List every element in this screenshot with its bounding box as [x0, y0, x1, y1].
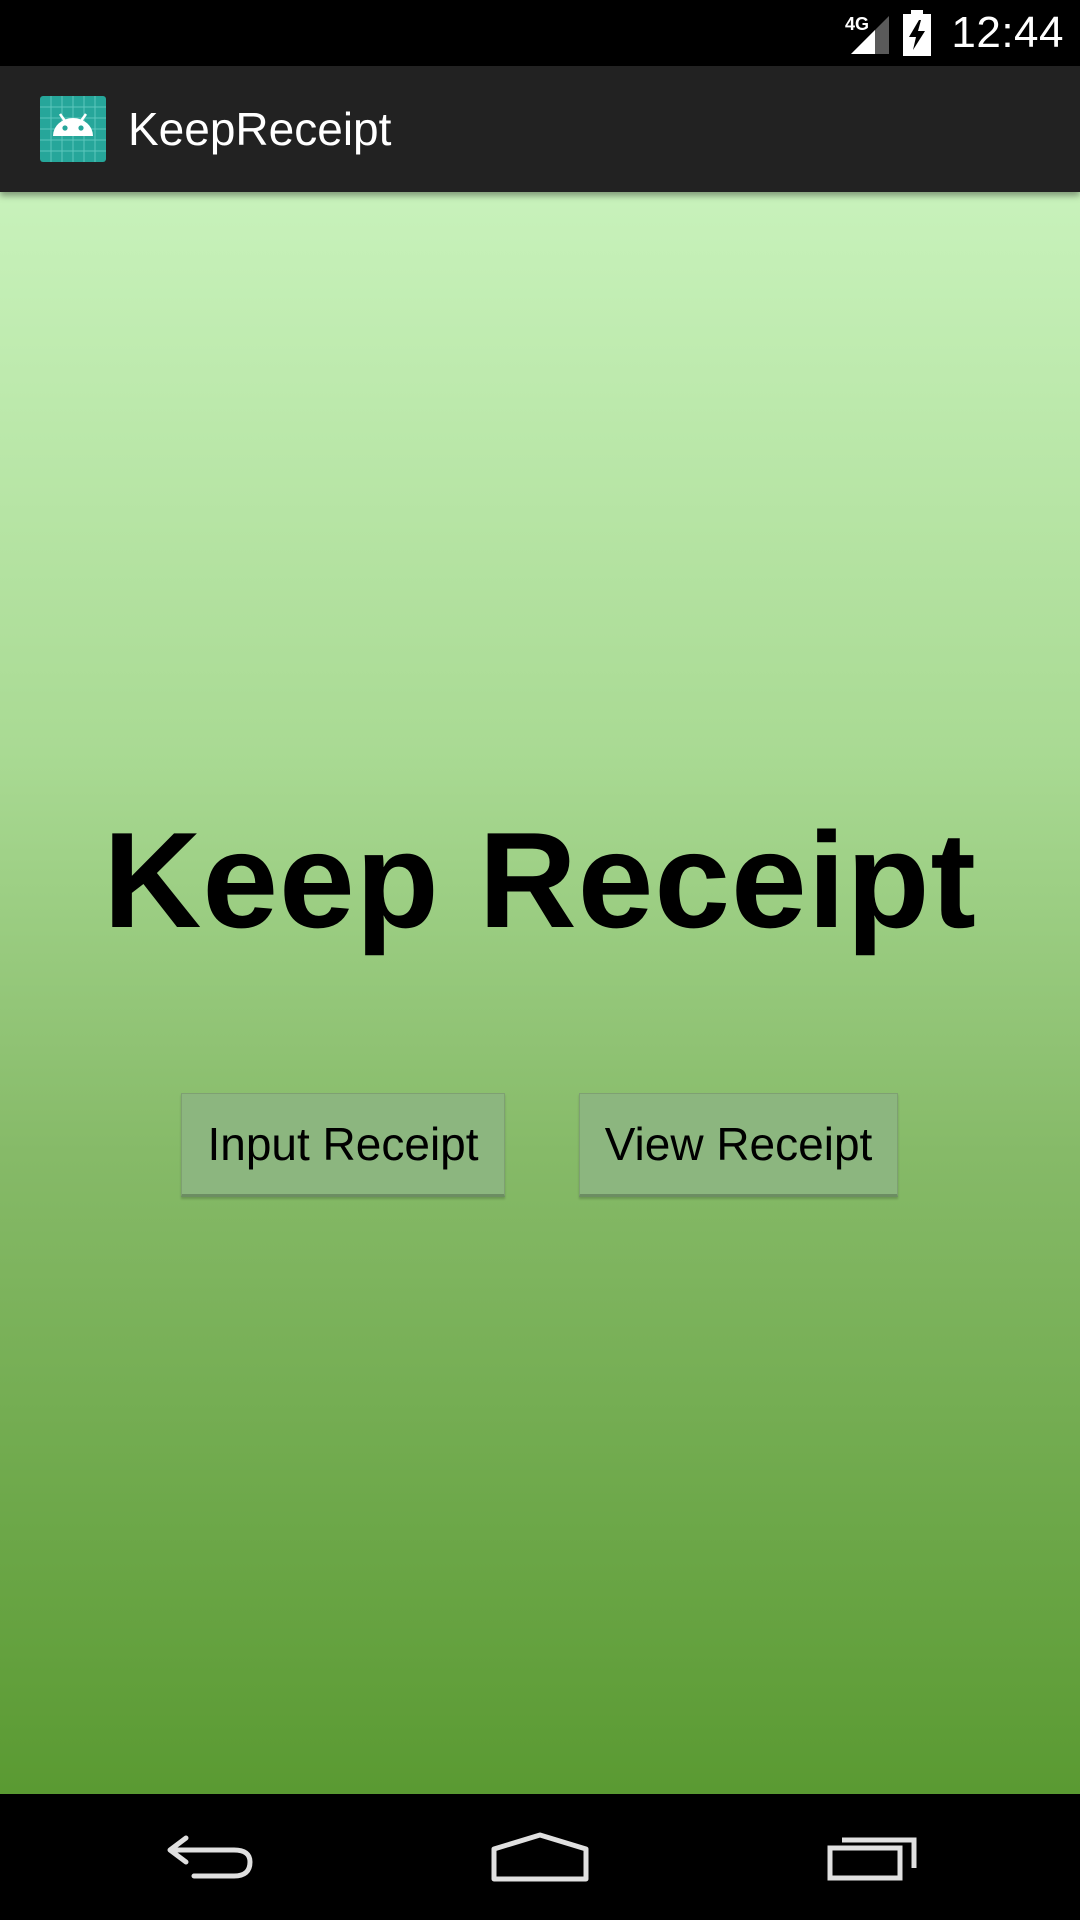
view-receipt-button[interactable]: View Receipt	[579, 1093, 898, 1197]
app-bar: KeepReceipt	[0, 66, 1080, 192]
screen: 4G 12:44 KeepReceipt Keep Receipt Input …	[0, 0, 1080, 1920]
back-icon	[167, 1835, 253, 1879]
app-title: KeepReceipt	[128, 103, 392, 155]
main-content: Keep Receipt Input Receipt View Receipt	[0, 192, 1080, 1794]
signal-icon: 4G	[845, 14, 890, 54]
nav-bar	[0, 1794, 1080, 1920]
input-receipt-button[interactable]: Input Receipt	[181, 1093, 505, 1197]
network-type-label: 4G	[845, 14, 869, 34]
android-app-icon	[40, 96, 106, 162]
battery-charging-icon	[903, 10, 932, 56]
status-time: 12:44	[951, 8, 1064, 57]
recents-button[interactable]	[772, 1794, 972, 1920]
page-title: Keep Receipt	[103, 804, 977, 956]
home-button[interactable]	[440, 1794, 640, 1920]
status-icons: 4G 12:44	[845, 0, 1064, 66]
home-icon	[491, 1832, 589, 1882]
recents-icon	[827, 1837, 917, 1881]
status-bar: 4G 12:44	[0, 0, 1080, 66]
back-button[interactable]	[110, 1794, 310, 1920]
